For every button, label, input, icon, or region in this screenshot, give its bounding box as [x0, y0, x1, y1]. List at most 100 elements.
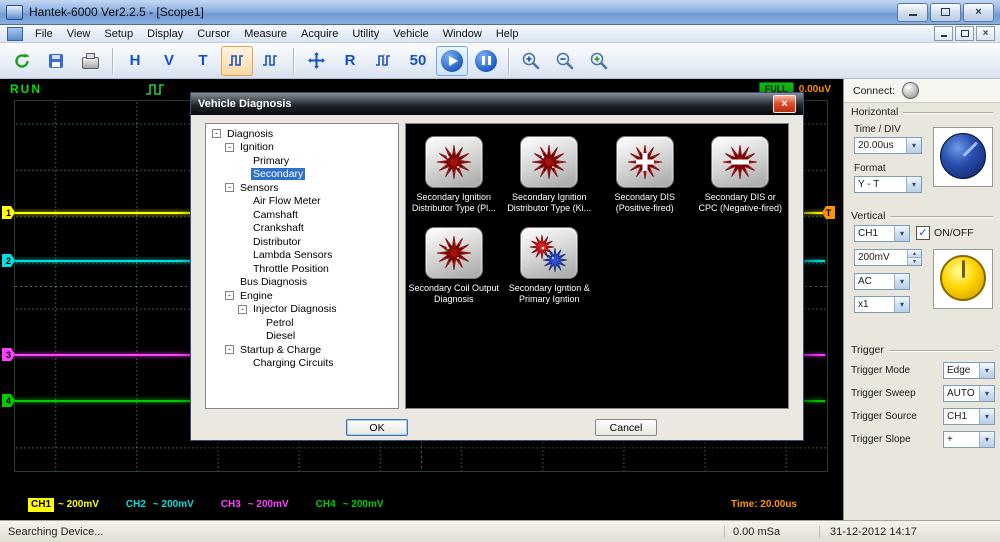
tree-item-camshaft[interactable]: Camshaft	[206, 208, 398, 222]
tree-item-throttle-position[interactable]: Throttle Position	[206, 262, 398, 276]
coupling-select[interactable]: AC	[854, 273, 910, 290]
cancel-button[interactable]: Cancel	[595, 419, 657, 436]
dialog-title-bar[interactable]: Vehicle Diagnosis ×	[191, 93, 803, 115]
save-icon	[49, 54, 63, 68]
onoff-checkbox[interactable]	[916, 226, 930, 240]
close-button[interactable]: ×	[963, 3, 994, 22]
channel-badge-ch3[interactable]: CH3~ 200mV	[218, 498, 289, 512]
tree-item-injector-diagnosis[interactable]: -Injector Diagnosis	[206, 303, 398, 317]
test-button-secondary-dis-or-cpc-negative-fired[interactable]	[711, 136, 769, 188]
menu-help[interactable]: Help	[489, 27, 526, 41]
test-button-secondary-ignition-distributor-type-pl[interactable]	[425, 136, 483, 188]
menu-utility[interactable]: Utility	[345, 27, 386, 41]
waveform-roll-button[interactable]	[255, 46, 287, 76]
horizontal-setup-button[interactable]: H	[119, 46, 151, 76]
tree-expander-icon[interactable]: -	[225, 143, 234, 152]
minimize-icon	[941, 35, 947, 37]
volts-div-spinner[interactable]: 200mV	[854, 249, 922, 266]
trigger-setup-button[interactable]: T	[187, 46, 219, 76]
trigger-mode-select[interactable]: Edge	[943, 362, 995, 379]
menu-view[interactable]: View	[60, 27, 98, 41]
tree-item-diesel[interactable]: Diesel	[206, 330, 398, 344]
tree-item-lambda-sensors[interactable]: Lambda Sensors	[206, 249, 398, 263]
trigger-rows: Trigger ModeEdgeTrigger SweepAUTOTrigger…	[851, 359, 995, 451]
start-button[interactable]	[436, 46, 468, 76]
chevron-down-icon[interactable]	[906, 138, 921, 153]
tree-item-sensors[interactable]: -Sensors	[206, 181, 398, 195]
format-select[interactable]: Y - T	[854, 176, 922, 193]
chevron-down-icon[interactable]	[979, 363, 994, 378]
mdi-close-button[interactable]: ×	[976, 26, 995, 41]
cursor-measure-button[interactable]	[368, 46, 400, 76]
waveform-normal-button[interactable]	[221, 46, 253, 76]
test-button-secondary-coil-output-diagnosis[interactable]	[425, 227, 483, 279]
probe-select[interactable]: x1	[854, 296, 910, 313]
spin-down-icon[interactable]	[908, 258, 921, 265]
test-button-secondary-ignition-distributor-type-ki[interactable]	[520, 136, 578, 188]
time-div-select[interactable]: 20.00us	[854, 137, 922, 154]
spin-up-icon[interactable]	[908, 250, 921, 258]
reference-button[interactable]: R	[334, 46, 366, 76]
tree-item-diagnosis[interactable]: -Diagnosis	[206, 127, 398, 141]
menu-file[interactable]: File	[28, 27, 60, 41]
pause-button[interactable]	[470, 46, 502, 76]
menu-vehicle[interactable]: Vehicle	[386, 27, 435, 41]
mdi-restore-button[interactable]	[955, 26, 974, 41]
menu-window[interactable]: Window	[436, 27, 489, 41]
tree-expander-icon[interactable]: -	[238, 305, 247, 314]
pan-button[interactable]	[300, 46, 332, 76]
restore-button[interactable]	[930, 3, 961, 22]
chevron-down-icon[interactable]	[894, 297, 909, 312]
print-button[interactable]	[74, 46, 106, 76]
menu-cursor[interactable]: Cursor	[190, 27, 237, 41]
chevron-down-icon[interactable]	[894, 274, 909, 289]
minimize-button[interactable]	[897, 3, 928, 22]
tree-item-air-flow-meter[interactable]: Air Flow Meter	[206, 195, 398, 209]
tree-item-ignition[interactable]: -Ignition	[206, 141, 398, 155]
zoom-in-button[interactable]	[515, 46, 547, 76]
ok-button[interactable]: OK	[346, 419, 408, 436]
menu-acquire[interactable]: Acquire	[294, 27, 345, 41]
mdi-minimize-button[interactable]	[934, 26, 953, 41]
tree-expander-icon[interactable]: -	[225, 183, 234, 192]
tree-item-engine[interactable]: -Engine	[206, 289, 398, 303]
tree-expander-icon[interactable]: -	[212, 129, 221, 138]
connect-indicator[interactable]	[902, 82, 919, 99]
test-button-secondary-dis-positive-fired[interactable]	[616, 136, 674, 188]
tree-expander-icon[interactable]: -	[225, 291, 234, 300]
tree-expander-icon[interactable]: -	[225, 345, 234, 354]
auto-scale-button[interactable]	[583, 46, 615, 76]
chevron-down-icon[interactable]	[979, 409, 994, 424]
tree-item-crankshaft[interactable]: Crankshaft	[206, 222, 398, 236]
chevron-down-icon[interactable]	[979, 386, 994, 401]
channel-badge-ch1[interactable]: CH1~ 200mV	[28, 498, 99, 512]
menu-measure[interactable]: Measure	[237, 27, 294, 41]
tree-item-petrol[interactable]: Petrol	[206, 316, 398, 330]
tree-item-startup-charge[interactable]: -Startup & Charge	[206, 343, 398, 357]
trigger-source-select[interactable]: CH1	[943, 408, 995, 425]
chevron-down-icon[interactable]	[906, 177, 921, 192]
test-button-secondary-igntion-primary-igntion[interactable]	[520, 227, 578, 279]
dvm-50-button[interactable]: 50	[402, 46, 434, 76]
menu-display[interactable]: Display	[140, 27, 190, 41]
dialog-close-button[interactable]: ×	[773, 95, 796, 113]
trigger-slope-select[interactable]: +	[943, 431, 995, 448]
tree-item-bus-diagnosis[interactable]: Bus Diagnosis	[206, 276, 398, 290]
channel-badge-ch2[interactable]: CH2~ 200mV	[123, 498, 194, 512]
auto-setup-button[interactable]	[6, 46, 38, 76]
channel-badge-ch4[interactable]: CH4~ 200mV	[313, 498, 384, 512]
chevron-down-icon[interactable]	[979, 432, 994, 447]
trigger-sweep-select[interactable]: AUTO	[943, 385, 995, 402]
tree-item-charging-circuits[interactable]: Charging Circuits	[206, 357, 398, 371]
tree-item-primary[interactable]: Primary	[206, 154, 398, 168]
tree-item-secondary[interactable]: Secondary	[206, 168, 398, 182]
tree-item-distributor[interactable]: Distributor	[206, 235, 398, 249]
channel-select[interactable]: CH1	[854, 225, 910, 242]
vertical-setup-button[interactable]: V	[153, 46, 185, 76]
save-button[interactable]	[40, 46, 72, 76]
horizontal-position-knob[interactable]	[940, 133, 986, 179]
menu-setup[interactable]: Setup	[97, 27, 140, 41]
chevron-down-icon[interactable]	[894, 226, 909, 241]
vertical-position-knob[interactable]	[940, 255, 986, 301]
zoom-out-button[interactable]	[549, 46, 581, 76]
